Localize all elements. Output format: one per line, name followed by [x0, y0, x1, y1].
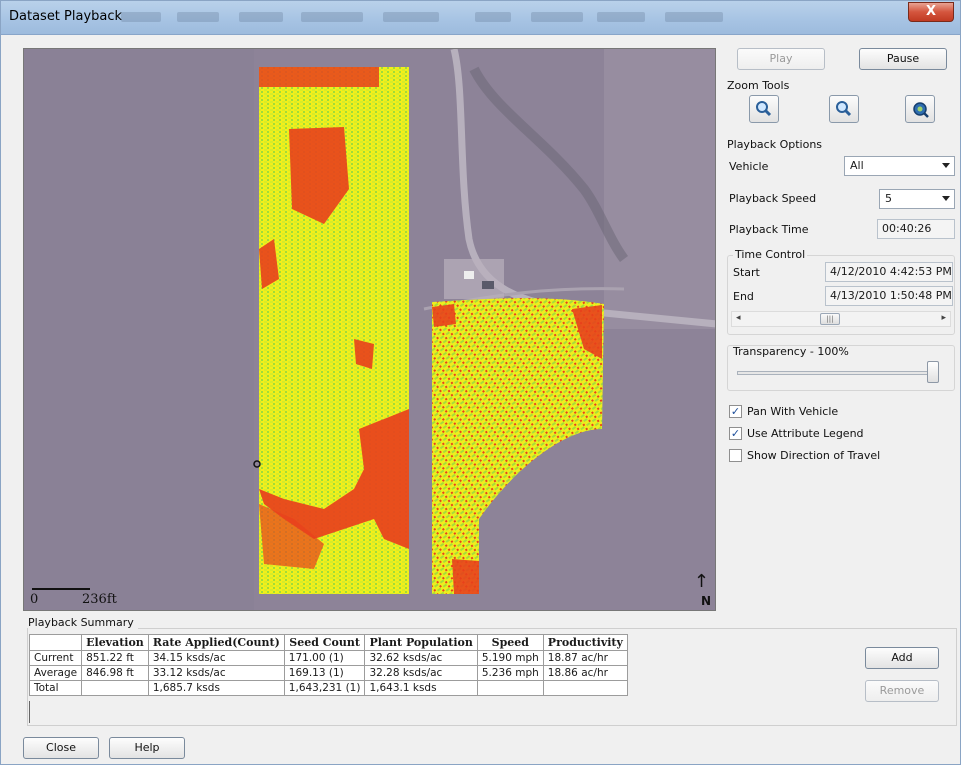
column-header: Elevation: [81, 634, 149, 651]
table-cell: [81, 680, 149, 696]
table-row: Total 1,685.7 ksds 1,643,231 (1) 1,643.1…: [28, 680, 628, 696]
table-row: Average 846.98 ft 33.12 ksds/ac 169.13 (…: [28, 665, 628, 681]
table-cell: 846.98 ft: [81, 665, 149, 681]
table-cell: 34.15 ksds/ac: [147, 650, 285, 666]
zoom-out-button[interactable]: [829, 95, 859, 123]
table-cell: 5.190 mph: [476, 650, 544, 666]
table-cell: [542, 680, 628, 696]
playback-time-field: 00:40:26: [877, 219, 955, 239]
pan-with-vehicle-label: Pan With Vehicle: [747, 405, 839, 418]
zoom-in-icon: [756, 101, 772, 117]
title-bar: Dataset Playback X: [1, 1, 960, 35]
summary-divider: [29, 701, 30, 723]
table-cell: 169.13 (1): [283, 665, 366, 681]
zoom-out-icon: [836, 101, 852, 117]
close-button[interactable]: Close: [23, 737, 99, 759]
window-close-button[interactable]: X: [908, 2, 954, 22]
time-scrollbar[interactable]: ◂ ||| ▸: [731, 311, 951, 327]
table-cell: 171.00 (1): [283, 650, 366, 666]
north-label: N: [700, 594, 711, 608]
column-header: Seed Count: [283, 634, 366, 651]
table-cell: 32.62 ksds/ac: [364, 650, 478, 666]
vehicle-value: All: [850, 159, 864, 172]
zoom-extent-button[interactable]: [905, 95, 935, 123]
table-cell: [476, 680, 544, 696]
pause-button[interactable]: Pause: [859, 48, 947, 70]
table-cell: 1,643.1 ksds: [364, 680, 478, 696]
table-row: Current 851.22 ft 34.15 ksds/ac 171.00 (…: [28, 650, 628, 666]
map-view[interactable]: 0 236ft ↑ N: [23, 48, 716, 611]
row-header: Total: [28, 680, 83, 696]
playback-time-label: Playback Time: [729, 223, 809, 236]
column-header: Speed: [476, 634, 544, 651]
column-header: [28, 634, 83, 651]
vehicle-select[interactable]: All: [844, 156, 955, 176]
column-header: Rate Applied(Count): [147, 634, 285, 651]
pan-with-vehicle-checkbox[interactable]: ✓: [729, 405, 742, 418]
table-cell: 1,685.7 ksds: [147, 680, 285, 696]
vehicle-label: Vehicle: [729, 160, 769, 173]
table-header-row: Elevation Rate Applied(Count) Seed Count…: [28, 634, 628, 651]
help-button[interactable]: Help: [109, 737, 185, 759]
aerial-map: [24, 49, 715, 610]
add-button[interactable]: Add: [865, 647, 939, 669]
remove-button[interactable]: Remove: [865, 680, 939, 702]
table-cell: 32.28 ksds/ac: [364, 665, 478, 681]
table-cell: 5.236 mph: [476, 665, 544, 681]
start-label: Start: [733, 266, 760, 279]
column-header: Plant Population: [364, 634, 478, 651]
window-title: Dataset Playback: [9, 9, 123, 24]
chevron-down-icon: [942, 196, 950, 201]
playback-speed-value: 5: [885, 192, 892, 205]
play-button[interactable]: Play: [737, 48, 825, 70]
zoom-in-button[interactable]: [749, 95, 779, 123]
use-attribute-legend-label: Use Attribute Legend: [747, 427, 864, 440]
scroll-left-icon[interactable]: ◂: [736, 313, 741, 323]
north-arrow-icon: ↑: [693, 571, 709, 592]
zoom-extent-icon: [913, 102, 929, 118]
playback-options-label: Playback Options: [727, 138, 823, 151]
end-time-field: 4/13/2010 1:50:48 PM: [825, 286, 953, 306]
playback-summary-title: Playback Summary: [28, 616, 138, 629]
table-cell: 1,643,231 (1): [283, 680, 366, 696]
show-direction-label: Show Direction of Travel: [747, 449, 881, 462]
end-label: End: [733, 290, 754, 303]
scale-bar: [32, 588, 90, 590]
table-cell: 18.87 ac/hr: [542, 650, 628, 666]
time-control-label: Time Control: [733, 248, 808, 261]
column-header: Productivity: [542, 634, 628, 651]
start-time-field: 4/12/2010 4:42:53 PM: [825, 262, 953, 282]
show-direction-checkbox[interactable]: [729, 449, 742, 462]
scale-zero-label: 0: [30, 592, 39, 607]
playback-summary-table: Elevation Rate Applied(Count) Seed Count…: [28, 634, 628, 696]
row-header: Average: [28, 665, 83, 681]
playback-speed-label: Playback Speed: [729, 192, 817, 205]
table-cell: 33.12 ksds/ac: [147, 665, 285, 681]
table-cell: 18.86 ac/hr: [542, 665, 628, 681]
transparency-slider-track[interactable]: [737, 371, 933, 375]
dataset-playback-window: Dataset Playback X 0 236ft ↑ N Play Paus…: [0, 0, 961, 765]
row-header: Current: [28, 650, 83, 666]
playback-speed-select[interactable]: 5: [879, 189, 955, 209]
transparency-slider-thumb[interactable]: [927, 361, 939, 383]
transparency-label: Transparency - 100%: [733, 345, 849, 358]
chevron-down-icon: [942, 163, 950, 168]
time-scrollbar-thumb[interactable]: |||: [820, 313, 840, 325]
scroll-right-icon[interactable]: ▸: [941, 313, 946, 323]
table-cell: 851.22 ft: [81, 650, 149, 666]
playback-controls-panel: Play Pause Zoom Tools Playback Options V…: [725, 45, 957, 515]
scale-distance-label: 236ft: [82, 592, 117, 607]
use-attribute-legend-checkbox[interactable]: ✓: [729, 427, 742, 440]
zoom-tools-label: Zoom Tools: [727, 79, 790, 92]
